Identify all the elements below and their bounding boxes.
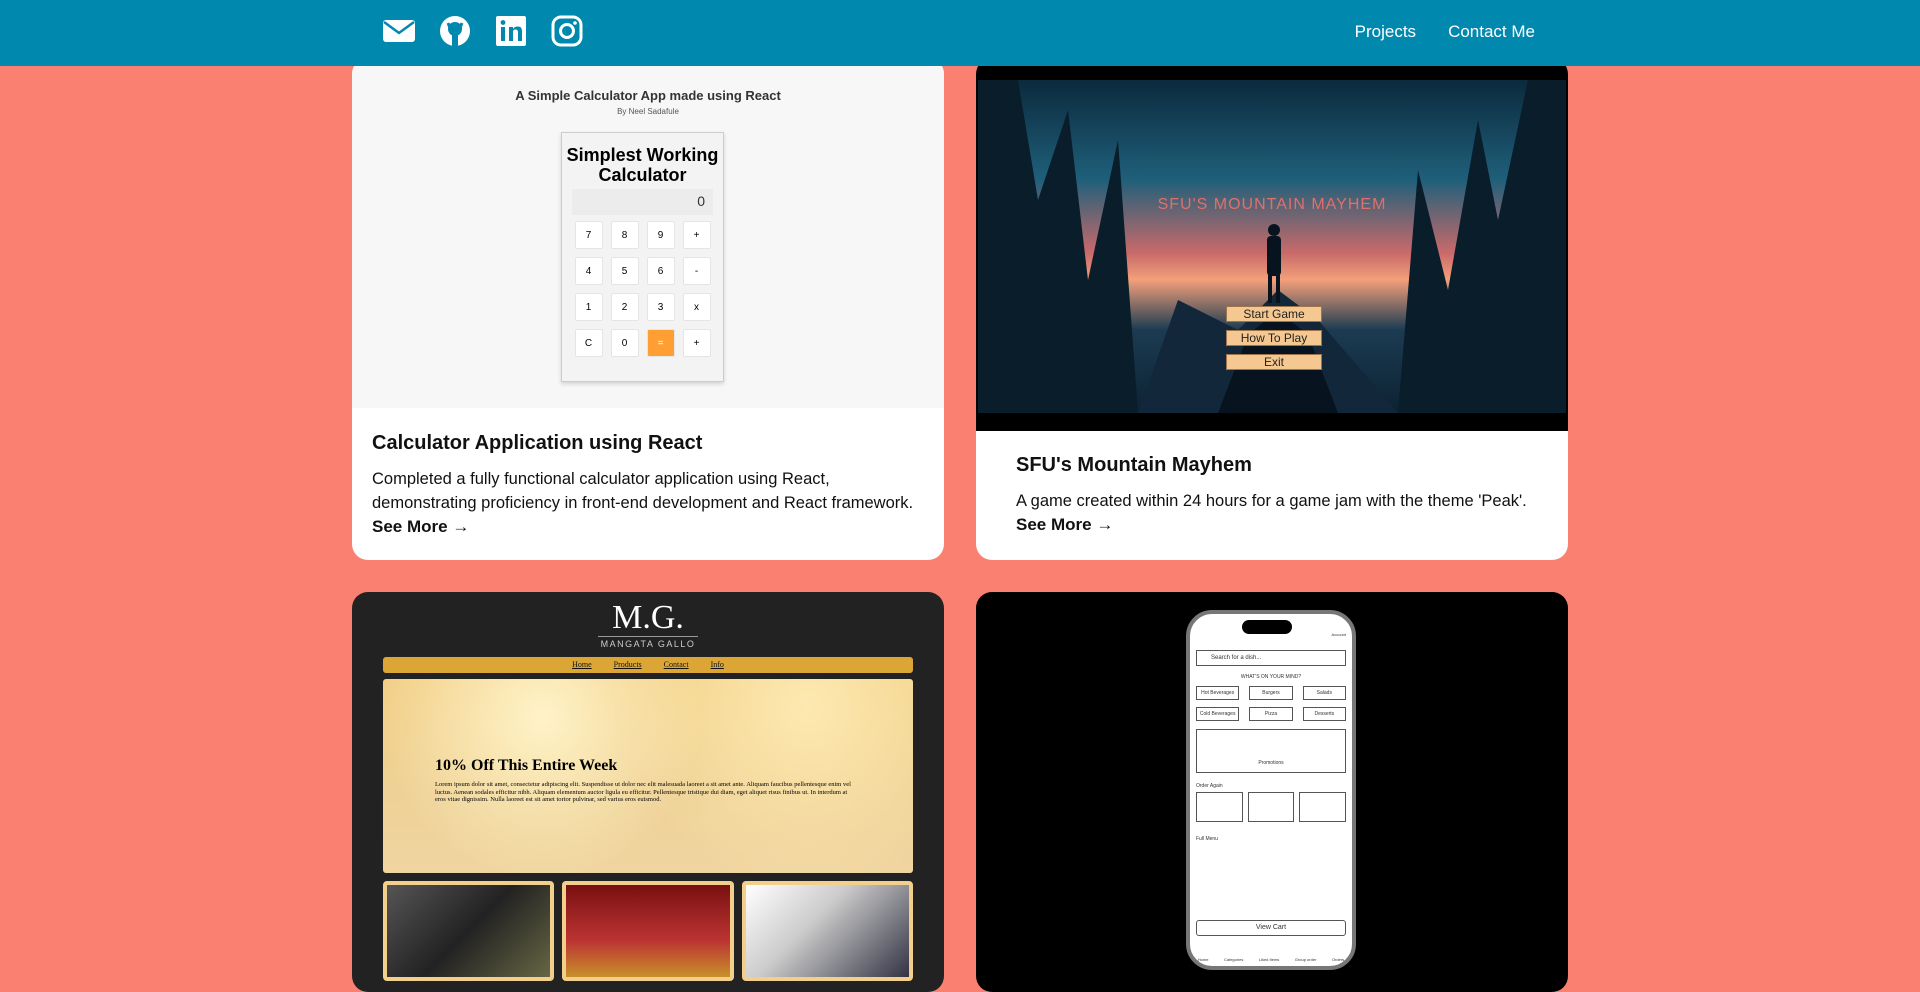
section-title: WHAT'S ON YOUR MIND? <box>1240 674 1302 680</box>
linkedin-icon[interactable] <box>494 14 528 48</box>
game-preview: SFU'S MOUNTAIN MAYHEM Start Game How To … <box>976 58 1568 431</box>
product-image <box>562 881 734 981</box>
calc-key: - <box>682 257 711 285</box>
see-more-link[interactable]: See More → <box>1016 515 1113 535</box>
calc-key: 3 <box>646 293 675 321</box>
category-chip: Cold Beverages <box>1196 707 1240 721</box>
calc-key: x <box>682 293 711 321</box>
menu-products: Products <box>613 660 642 669</box>
calc-key: 4 <box>574 257 603 285</box>
calc-key: 2 <box>610 293 639 321</box>
project-card-food-app: Account Search for a dish... WHAT'S ON Y… <box>976 592 1568 992</box>
calc-key: = <box>646 329 675 357</box>
category-chip: Salads <box>1302 686 1346 700</box>
instagram-icon[interactable] <box>550 14 584 48</box>
menu-info: Info <box>710 660 724 669</box>
brand-name: MANGATA GALLO <box>598 636 698 649</box>
promotions-banner: Promotions <box>1196 729 1346 773</box>
preview-byline: By Neel Sadafule <box>617 107 679 116</box>
product-image <box>741 881 913 981</box>
product-grid <box>383 881 913 981</box>
how-to-play-button: How To Play <box>1226 330 1322 346</box>
project-card-calculator: A Simple Calculator App made using React… <box>352 58 944 560</box>
full-menu-label: Full Menu <box>1196 836 1218 842</box>
github-icon[interactable] <box>438 14 472 48</box>
game-title: SFU'S MOUNTAIN MAYHEM <box>1157 196 1387 213</box>
nav-contact-me[interactable]: Contact Me <box>1448 22 1535 42</box>
menu-contact: Contact <box>663 660 689 669</box>
phone-mockup: Account Search for a dish... WHAT'S ON Y… <box>1186 610 1356 970</box>
hero-text: Lorem ipsum dolor sit amet, consectetur … <box>435 781 851 803</box>
card-title: Calculator Application using React <box>372 432 703 454</box>
category-chip: Desserts <box>1302 707 1346 721</box>
calc-key: 6 <box>646 257 675 285</box>
calc-key: 7 <box>574 221 603 249</box>
site-menu: Home Products Contact Info <box>383 657 913 673</box>
category-chip: Pizza <box>1249 707 1293 721</box>
calc-display: 0 <box>572 189 713 215</box>
calc-key: C <box>574 329 603 357</box>
card-description: Completed a fully functional calculator … <box>372 470 914 512</box>
order-again-label: Order Again <box>1196 783 1223 789</box>
calc-key: + <box>682 221 711 249</box>
envelope-icon[interactable] <box>382 14 416 48</box>
arrow-right-icon: → <box>1096 515 1114 534</box>
view-cart-button: View Cart <box>1196 920 1346 936</box>
project-card-mountain-mayhem: SFU'S MOUNTAIN MAYHEM Start Game How To … <box>976 58 1568 560</box>
category-chip: Hot Beverages <box>1196 686 1240 700</box>
account-label: Account <box>1331 632 1346 637</box>
calc-key: 1 <box>574 293 603 321</box>
start-game-button: Start Game <box>1226 306 1322 322</box>
calc-key: 0 <box>610 329 639 357</box>
calculator: Simplest Working Calculator 0 7 8 9 +4 5 6-1 2… <box>561 132 724 382</box>
calc-title: Simplest Working Calculator <box>566 145 719 185</box>
calc-key: 8 <box>610 221 639 249</box>
nav-projects[interactable]: Projects <box>1355 22 1416 42</box>
brand-logo: M.G. <box>612 599 684 636</box>
card-description: A game created within 24 hours for a gam… <box>1016 492 1527 510</box>
category-chip: Burgers <box>1249 686 1293 700</box>
see-more-link[interactable]: See More → <box>372 517 469 537</box>
hero-banner: 10% Off This Entire Week Lorem ipsum dol… <box>383 679 913 873</box>
arrow-right-icon: → <box>452 517 470 536</box>
project-card-mangata-gallo: M.G. MANGATA GALLO Home Products Contact… <box>352 592 944 992</box>
calculator-preview: A Simple Calculator App made using React… <box>352 58 944 408</box>
exit-button: Exit <box>1226 354 1322 370</box>
product-image <box>383 881 555 981</box>
calc-key: 9 <box>646 221 675 249</box>
search-field: Search for a dish... <box>1196 650 1346 666</box>
calc-key: + <box>682 329 711 357</box>
card-title: SFU's Mountain Mayhem <box>1016 454 1252 476</box>
top-nav: Projects Contact Me <box>0 0 1920 66</box>
calc-key: 5 <box>610 257 639 285</box>
hero-title: 10% Off This Entire Week <box>435 757 618 774</box>
menu-home: Home <box>572 660 592 669</box>
